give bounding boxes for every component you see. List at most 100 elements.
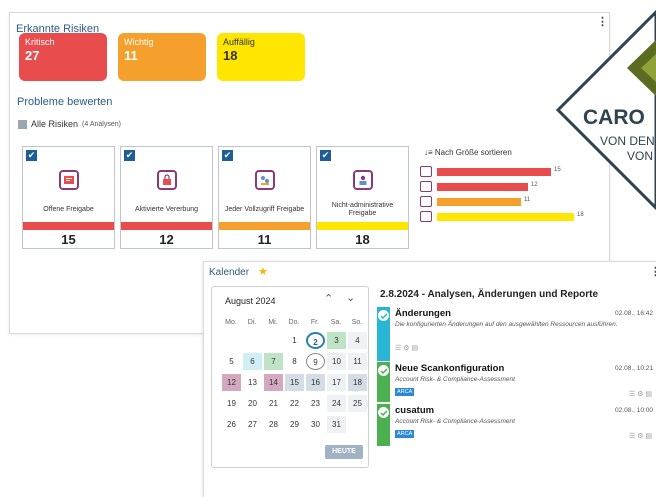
activity-time: 02.08., 16:42 [615,310,653,317]
calendar-day[interactable]: 13 [243,374,262,391]
risk-card-count: 15 [61,232,76,247]
all-risks-filter[interactable]: Alle Risiken (4 Analysen) [18,119,121,129]
checkbox-checked-icon[interactable]: ✔ [124,150,135,161]
size-bar [437,168,551,176]
activity-item[interactable]: cusatum Account Risk- & Compliance-Asses… [377,404,656,446]
calendar-day[interactable]: 11 [348,353,367,370]
calendar-day[interactable]: 21 [264,395,283,412]
risk-card-inheritance[interactable]: ✔ Aktivierte Vererbung 12 [120,146,213,249]
checkbox-checked-icon[interactable]: ✔ [26,150,37,161]
calendar-day[interactable]: 1 [285,332,304,349]
severity-label: Wichtig [124,37,154,47]
mini-calendar: August 2024 ⌃ ⌄ Mo. Di. Mi. Do. Fr. Sa. So. 12… [211,286,369,468]
calendar-day[interactable]: 28 [264,416,283,433]
inheritance-lock-icon [157,170,177,190]
weekday-label: Do. [288,319,300,326]
chevron-down-icon[interactable]: ⌄ [346,291,355,304]
risk-card-open-share[interactable]: ✔ Offene Freigabe 15 [22,146,115,249]
activity-title: Neue Scankonfiguration [395,363,505,374]
calendar-day[interactable]: 12 [222,374,241,391]
calendar-day[interactable]: 17 [327,374,346,391]
calendar-day[interactable]: 10 [327,353,346,370]
logo-line2: VON DEN [600,134,655,148]
section-title: Probleme bewerten [17,96,113,108]
calendar-day[interactable]: 30 [306,416,325,433]
risk-card-non-admin-share[interactable]: ✔ Nicht-administrative Freigabe 18 [316,146,409,249]
calendar-day[interactable]: 9 [306,353,325,370]
severity-label: Kritisch [25,37,55,47]
severity-important-tile[interactable]: Wichtig 11 [118,33,206,81]
calendar-day[interactable]: 25 [348,395,367,412]
sort-by-size-control[interactable]: ↓≡ Nach Größe sortieren [424,148,512,157]
non-admin-share-icon [353,170,373,190]
calendar-day[interactable]: 3 [327,332,346,349]
activity-report-icons: ☰ ⚙ ▤ [628,433,652,440]
risk-type-icon [420,166,432,177]
activity-description: Account Risk- & Compliance-Assessment [395,376,515,383]
severity-notable-tile[interactable]: Auffällig 18 [217,33,305,81]
activity-item[interactable]: Neue Scankonfiguration Account Risk- & C… [377,362,656,402]
everyone-share-icon [255,170,275,190]
calendar-day[interactable]: 27 [243,416,262,433]
risk-card-count: 18 [355,232,370,247]
activity-title: Änderungen [395,308,451,319]
risk-card-bar [317,222,408,230]
calendar-day[interactable]: 18 [348,374,367,391]
calendar-day[interactable]: 19 [222,395,241,412]
caro-logo: CARO VON DEN VON [555,10,656,211]
calendar-day[interactable]: 15 [285,374,304,391]
checkbox-checked-icon[interactable]: ✔ [222,150,233,161]
calendar-day[interactable]: 2 [306,332,325,349]
calendar-panel: Kalender ★ ⋮ August 2024 ⌃ ⌄ Mo. Di. Mi. Do… [203,261,656,497]
size-bar [437,213,574,221]
severity-count: 27 [25,48,40,63]
weekday-label: Sa. [330,319,342,326]
risk-card-everyone-share[interactable]: ✔ Jeder Vollzugriff Freigabe 11 [218,146,311,249]
calendar-day[interactable]: 16 [306,374,325,391]
risk-card-label: Aktivierte Vererbung [134,205,199,213]
sort-label: Nach Größe sortieren [434,148,512,157]
calendar-day[interactable]: 5 [222,353,241,370]
severity-critical-tile[interactable]: Kritisch 27 [19,33,107,81]
calendar-day[interactable]: 6 [243,353,262,370]
activity-time: 02.08., 10:00 [615,407,653,414]
severity-label: Auffällig [223,37,255,47]
size-bar [437,183,528,191]
filter-color-icon [18,119,27,129]
size-bar-value: 12 [531,182,538,188]
calendar-day[interactable]: 8 [285,353,304,370]
calendar-day[interactable]: 31 [327,416,346,433]
calendar-day[interactable]: 4 [348,332,367,349]
calendar-day[interactable]: 29 [285,416,304,433]
analysis-count: (4 Analysen) [82,120,121,128]
check-circle-icon [378,310,389,321]
activity-tag: ARCA [395,388,415,396]
activities-title: 2.8.2024 - Analysen, Änderungen und Repo… [380,289,599,300]
calendar-title: Kalender [209,267,250,278]
calendar-day[interactable]: 24 [327,395,346,412]
risk-card-count: 12 [159,232,174,247]
kebab-menu-icon[interactable]: ⋮ [650,265,656,278]
calendar-day[interactable]: 14 [264,374,283,391]
calendar-day[interactable]: 23 [306,395,325,412]
calendar-month: August 2024 [225,296,276,306]
calendar-day[interactable]: 20 [243,395,262,412]
favorite-star-icon[interactable]: ★ [258,265,268,278]
risk-type-icon [420,196,432,207]
checkbox-checked-icon[interactable]: ✔ [320,150,331,161]
risk-card-bar [121,222,212,230]
risk-card-label: Jeder Vollzugriff Freigabe [224,205,305,213]
risk-card-label: Nicht-administrative Freigabe [331,201,394,217]
logo-text: CARO [583,106,645,129]
activity-report-icons: ☰ ⚙ ▤ [395,345,419,352]
severity-count: 11 [124,48,138,63]
weekday-label: Fr. [310,319,320,326]
check-circle-icon [378,407,389,418]
calendar-day[interactable]: 26 [222,416,241,433]
risk-type-icon [420,181,432,192]
today-button[interactable]: HEUTE [325,445,363,459]
chevron-up-icon[interactable]: ⌃ [324,292,333,305]
activity-item[interactable]: Änderungen Die konfigurierten Änderungen… [377,307,656,361]
calendar-day[interactable]: 22 [285,395,304,412]
calendar-day[interactable]: 7 [264,353,283,370]
